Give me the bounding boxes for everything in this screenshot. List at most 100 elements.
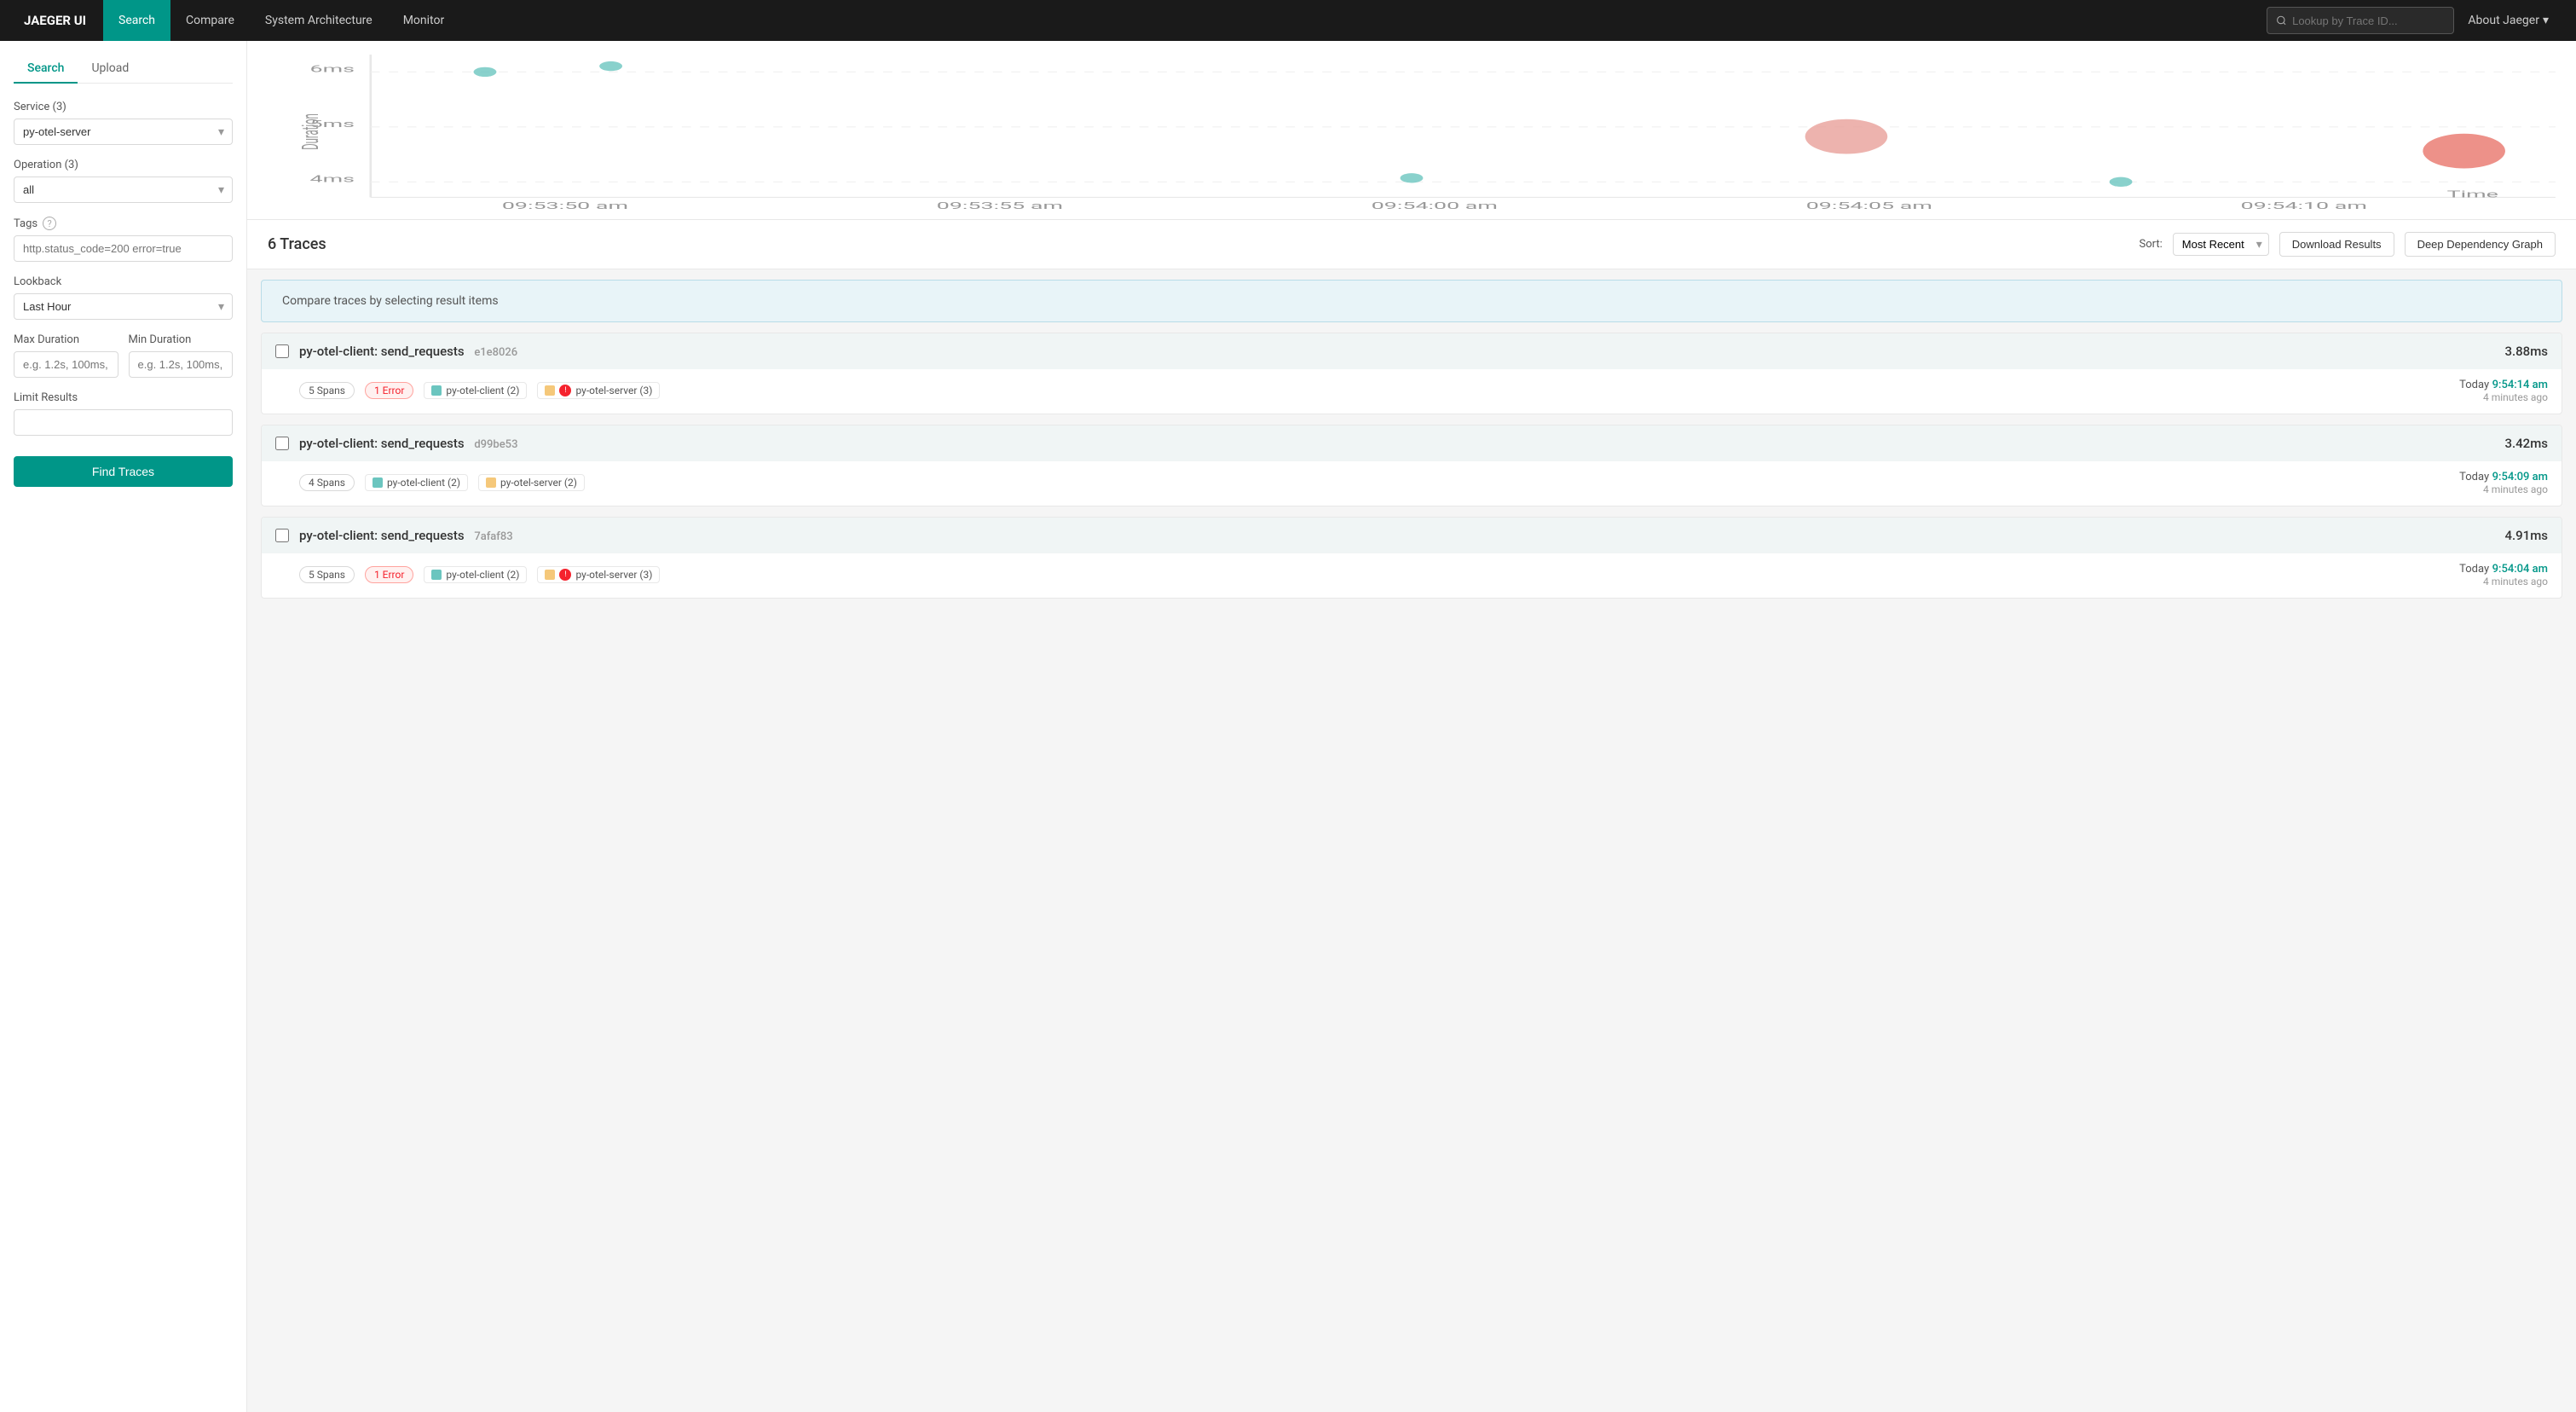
service-dot [545,570,555,580]
scatter-chart: 6ms 5ms 4ms Duration 09:53:50 am 09:53:5… [268,55,2556,209]
navbar: JAEGER UI Search Compare System Architec… [0,0,2576,41]
trace-id: d99be53 [474,438,517,451]
results-header: 6 Traces Sort: Most Recent Download Resu… [247,220,2576,269]
compare-banner: Compare traces by selecting result items [261,280,2562,322]
download-results-button[interactable]: Download Results [2279,232,2394,257]
service-tag: py-otel-client (2) [424,566,527,583]
sort-label: Sort: [2140,238,2163,251]
nav-monitor[interactable]: Monitor [388,0,460,41]
service-dot [373,477,383,488]
nav-search[interactable]: Search [103,0,170,41]
search-icon [2276,14,2287,26]
nav-system-architecture[interactable]: System Architecture [250,0,388,41]
sort-select[interactable]: Most Recent [2173,233,2269,256]
trace-time: Today 9:54:04 am 4 minutes ago [2459,562,2548,587]
min-duration-group: Min Duration [129,333,234,378]
svg-text:09:53:55 am: 09:53:55 am [937,200,1063,209]
service-group: Service (3) py-otel-server [14,101,233,145]
service-tag: py-otel-client (2) [365,474,468,491]
sort-select-wrapper: Most Recent [2173,233,2269,256]
svg-text:09:54:05 am: 09:54:05 am [1806,200,1932,209]
traces-list: py-otel-client: send_requests e1e8026 3.… [247,333,2576,599]
trace-title: py-otel-client: send_requests 7afaf83 [299,528,2494,543]
operation-label: Operation (3) [14,159,233,171]
tags-input[interactable] [14,235,233,262]
min-duration-label: Min Duration [129,333,234,346]
trace-duration: 4.91ms [2504,528,2548,543]
error-circle-icon: ! [559,385,571,396]
service-tag: py-otel-client (2) [424,382,527,399]
trace-item: py-otel-client: send_requests e1e8026 3.… [261,333,2562,414]
tab-search[interactable]: Search [14,55,78,84]
spans-badge: 5 Spans [299,566,355,583]
lookback-select[interactable]: Last Hour [14,293,233,320]
trace-id: 7afaf83 [474,530,512,543]
sidebar-tabs: Search Upload [14,55,233,84]
tab-upload[interactable]: Upload [78,55,142,84]
trace-details: 4 Spans py-otel-client (2) py-otel-serve… [262,461,2562,506]
trace-id: e1e8026 [474,346,517,359]
service-tag: ! py-otel-server (3) [537,566,660,583]
service-dot [431,385,442,396]
about-jaeger[interactable]: About Jaeger ▾ [2454,14,2562,27]
trace-duration: 3.42ms [2504,436,2548,451]
service-tag: py-otel-server (2) [478,474,585,491]
svg-text:09:54:10 am: 09:54:10 am [2241,200,2367,209]
trace-item: py-otel-client: send_requests 7afaf83 4.… [261,517,2562,599]
service-dot [431,570,442,580]
service-tag: ! py-otel-server (3) [537,382,660,399]
lookback-group: Lookback Last Hour [14,275,233,320]
results-count: 6 Traces [268,235,2129,253]
lookback-select-wrapper: Last Hour [14,293,233,320]
max-duration-group: Max Duration [14,333,118,378]
trace-header[interactable]: py-otel-client: send_requests 7afaf83 4.… [262,518,2562,553]
service-select-wrapper: py-otel-server [14,119,233,145]
chevron-down-icon: ▾ [2543,14,2549,27]
sidebar: Search Upload Service (3) py-otel-server… [0,41,247,1412]
service-label: Service (3) [14,101,233,113]
tags-help-icon[interactable]: ? [43,217,56,230]
tags-group: Tags ? [14,217,233,262]
min-duration-input[interactable] [129,351,234,378]
trace-id-input[interactable] [2292,14,2445,27]
trace-title: py-otel-client: send_requests e1e8026 [299,344,2494,359]
operation-group: Operation (3) all [14,159,233,203]
error-badge: 1 Error [365,382,413,399]
error-badge: 1 Error [365,566,413,583]
trace-details: 5 Spans 1 Error py-otel-client (2) ! py-… [262,553,2562,598]
service-dot [486,477,496,488]
main-content: 6ms 5ms 4ms Duration 09:53:50 am 09:53:5… [247,41,2576,1412]
lookback-label: Lookback [14,275,233,288]
svg-text:6ms: 6ms [310,63,355,74]
limit-input[interactable]: 20 [14,409,233,436]
nav-compare[interactable]: Compare [170,0,250,41]
trace-checkbox[interactable] [275,529,289,542]
spans-badge: 5 Spans [299,382,355,399]
trace-item: py-otel-client: send_requests d99be53 3.… [261,425,2562,506]
limit-label: Limit Results [14,391,233,404]
deep-dependency-graph-button[interactable]: Deep Dependency Graph [2405,232,2556,257]
trace-lookup[interactable] [2267,7,2454,34]
find-traces-button[interactable]: Find Traces [14,456,233,487]
max-duration-input[interactable] [14,351,118,378]
svg-text:09:54:00 am: 09:54:00 am [1372,200,1498,209]
trace-checkbox[interactable] [275,344,289,358]
trace-title: py-otel-client: send_requests d99be53 [299,436,2494,451]
chart-area: 6ms 5ms 4ms Duration 09:53:50 am 09:53:5… [247,41,2576,220]
trace-details: 5 Spans 1 Error py-otel-client (2) ! py-… [262,369,2562,414]
service-dot [545,385,555,396]
trace-checkbox[interactable] [275,437,289,450]
trace-time: Today 9:54:09 am 4 minutes ago [2459,470,2548,495]
service-select[interactable]: py-otel-server [14,119,233,145]
trace-time: Today 9:54:14 am 4 minutes ago [2459,378,2548,403]
svg-text:Duration: Duration [298,113,325,150]
svg-text:09:53:50 am: 09:53:50 am [502,200,628,209]
max-duration-label: Max Duration [14,333,118,346]
duration-row: Max Duration Min Duration [14,333,233,391]
limit-group: Limit Results 20 [14,391,233,436]
operation-select[interactable]: all [14,176,233,203]
brand-logo: JAEGER UI [14,13,96,28]
trace-header[interactable]: py-otel-client: send_requests d99be53 3.… [262,425,2562,461]
trace-duration: 3.88ms [2504,344,2548,359]
trace-header[interactable]: py-otel-client: send_requests e1e8026 3.… [262,333,2562,369]
